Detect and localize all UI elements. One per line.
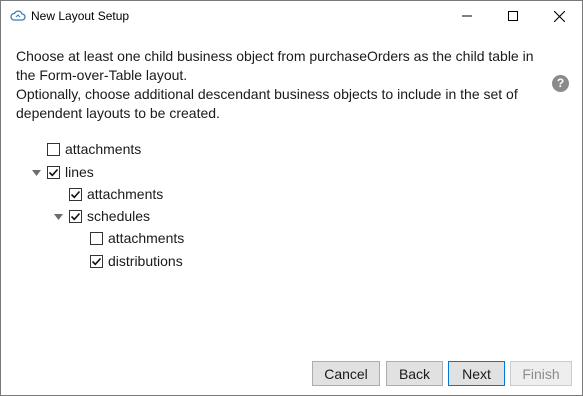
expand-arrow-icon[interactable] — [32, 169, 41, 178]
checkmark-icon — [70, 212, 81, 220]
instructions-text: Choose at least one child business objec… — [16, 47, 536, 123]
tree-item-schedules[interactable]: schedules — [69, 206, 150, 226]
back-button[interactable]: Back — [386, 361, 443, 386]
tree-item-lines[interactable]: lines — [47, 162, 94, 182]
close-icon — [553, 10, 565, 22]
checkmark-icon — [70, 190, 81, 198]
next-button[interactable]: Next — [448, 361, 505, 386]
cancel-button[interactable]: Cancel — [312, 361, 380, 386]
checkmark-icon — [91, 257, 102, 265]
tree-item-label: attachments — [87, 186, 164, 202]
tree-item-label: attachments — [65, 141, 142, 157]
tree-item-label: schedules — [87, 208, 151, 224]
tree-item-label: lines — [65, 164, 94, 180]
tree-item-label: attachments — [108, 230, 185, 246]
instruction-line: Optionally, choose additional descendant… — [16, 86, 518, 102]
tree-item-attachments[interactable]: attachments — [47, 139, 141, 159]
finish-button[interactable]: Finish — [510, 361, 572, 386]
tree-item-lines-attachments[interactable]: attachments — [69, 184, 163, 204]
tree-item-label: distributions — [108, 253, 183, 269]
dialog-window: New Layout Setup Choose at least one chi… — [0, 0, 583, 396]
instruction-line: Choose at least one child business objec… — [16, 48, 534, 64]
checkbox[interactable] — [69, 187, 82, 201]
checkbox[interactable] — [47, 165, 60, 179]
minimize-button[interactable] — [444, 1, 490, 31]
maximize-icon — [508, 11, 518, 21]
title-bar[interactable]: New Layout Setup — [1, 1, 582, 32]
instruction-line: dependent layouts to be created. — [16, 105, 220, 121]
checkbox[interactable] — [90, 231, 103, 245]
minimize-icon — [462, 15, 472, 17]
window-title: New Layout Setup — [31, 9, 130, 23]
instruction-line: the Form-over-Table layout. — [16, 67, 188, 83]
checkbox[interactable] — [90, 254, 103, 268]
expand-arrow-icon[interactable] — [54, 213, 63, 222]
question-icon[interactable]: ? — [552, 75, 569, 92]
cloud-icon — [10, 9, 26, 23]
tree-item-schedules-attachments[interactable]: attachments — [90, 228, 184, 248]
checkmark-icon — [48, 168, 59, 176]
maximize-button[interactable] — [490, 1, 536, 31]
tree-item-distributions[interactable]: distributions — [90, 251, 183, 271]
close-button[interactable] — [536, 1, 582, 31]
checkbox[interactable] — [47, 142, 60, 156]
checkbox[interactable] — [69, 209, 82, 223]
